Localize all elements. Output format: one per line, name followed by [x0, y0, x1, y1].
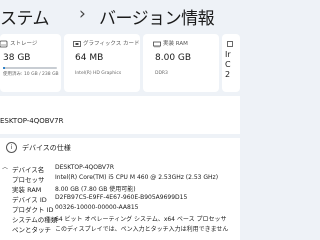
spec-row-device-name: デバイス名 DESKTOP-4QOBV7R — [0, 164, 240, 174]
graphics-label: グラフィックス カード — [83, 41, 140, 47]
spec-value: このディスプレイでは、ペン入力とタッチ入力は利用できません — [55, 226, 229, 233]
spec-label: デバイス名 — [12, 166, 45, 174]
spec-row-processor: プロセッサ Intel(R) Core(TM) i5 CPU M 460 @ 2… — [0, 174, 240, 184]
storage-usage-text: 使用済み: 10 GB / 238 GB — [3, 72, 59, 77]
spec-label: 実装 RAM — [12, 186, 42, 194]
storage-label: ストレージ — [10, 41, 38, 47]
processor-value-line1: Ir — [225, 50, 231, 59]
spec-row-product-id: プロダクト ID 00326-10000-00000-AA815 — [0, 204, 240, 214]
ram-value: 8.00 GB — [155, 53, 192, 63]
ram-type-text: DDR3 — [155, 71, 168, 76]
graphics-card-icon — [73, 41, 81, 47]
graphics-name-text: Intel(R) HD Graphics — [75, 71, 122, 76]
storage-progress-bar — [3, 67, 57, 69]
ram-icon — [153, 41, 161, 48]
spec-row-pen-touch: ペンとタッチ このディスプレイでは、ペン入力とタッチ入力は利用できません — [0, 224, 240, 234]
graphics-card[interactable]: グラフィックス カード 64 MB Intel(R) HD Graphics — [64, 34, 140, 92]
spec-label: ペンとタッチ — [12, 226, 51, 234]
spec-value: D2FB97C5-E9FF-4E67-960E-B905A9699D15 — [55, 194, 188, 201]
processor-value-line3: 2 — [225, 70, 231, 79]
header: ステム › バージョン情報 — [0, 0, 240, 34]
spec-row-device-id: デバイス ID D2FB97C5-E9FF-4E67-960E-B905A969… — [0, 194, 240, 204]
spec-label: デバイス ID — [12, 196, 47, 204]
info-icon: i — [6, 142, 17, 153]
device-name: ESKTOP-4QOBV7R — [0, 117, 64, 125]
breadcrumb-system-link[interactable]: ステム — [0, 4, 50, 29]
device-specifications-header[interactable]: i デバイスの仕様 — [6, 142, 206, 154]
spec-row-system-type: システムの種類 64 ビット オペレーティング システム、x64 ベース プロセ… — [0, 214, 240, 224]
processor-card[interactable]: Ir C 2 — [222, 34, 240, 92]
spec-label: システムの種類 — [12, 216, 58, 224]
device-name-row[interactable]: ESKTOP-4QOBV7R — [0, 96, 240, 134]
device-specifications-panel: i デバイスの仕様 ︿ デバイス名 DESKTOP-4QOBV7R プロセッサ … — [0, 138, 240, 240]
storage-card[interactable]: ストレージ 38 GB 使用済み: 10 GB / 238 GB — [0, 34, 61, 92]
page-title: バージョン情報 — [99, 9, 215, 29]
ram-label: 実装 RAM — [163, 41, 188, 47]
storage-progress-fill — [3, 67, 6, 69]
storage-icon — [0, 40, 8, 48]
spec-row-ram: 実装 RAM 8.00 GB (7.80 GB 使用可能) — [0, 184, 240, 194]
graphics-value: 64 MB — [75, 53, 104, 63]
device-specifications-title: デバイスの仕様 — [22, 144, 71, 152]
storage-value: 38 GB — [3, 53, 31, 63]
processor-value-line2: C — [225, 60, 231, 69]
breadcrumb-separator: › — [79, 4, 86, 24]
spec-value: 8.00 GB (7.80 GB 使用可能) — [55, 186, 136, 193]
processor-icon — [227, 41, 233, 47]
spec-value: 64 ビット オペレーティング システム、x64 ベース プロセッサ — [55, 216, 227, 223]
spec-value: 00326-10000-00000-AA815 — [55, 204, 139, 211]
spec-label: プロダクト ID — [12, 206, 54, 214]
spec-label: プロセッサ — [12, 176, 45, 184]
spec-value: DESKTOP-4QOBV7R — [55, 164, 115, 171]
spec-value: Intel(R) Core(TM) i5 CPU M 460 @ 2.53GHz… — [55, 174, 219, 181]
ram-card[interactable]: 実装 RAM 8.00 GB DDR3 — [143, 34, 219, 92]
